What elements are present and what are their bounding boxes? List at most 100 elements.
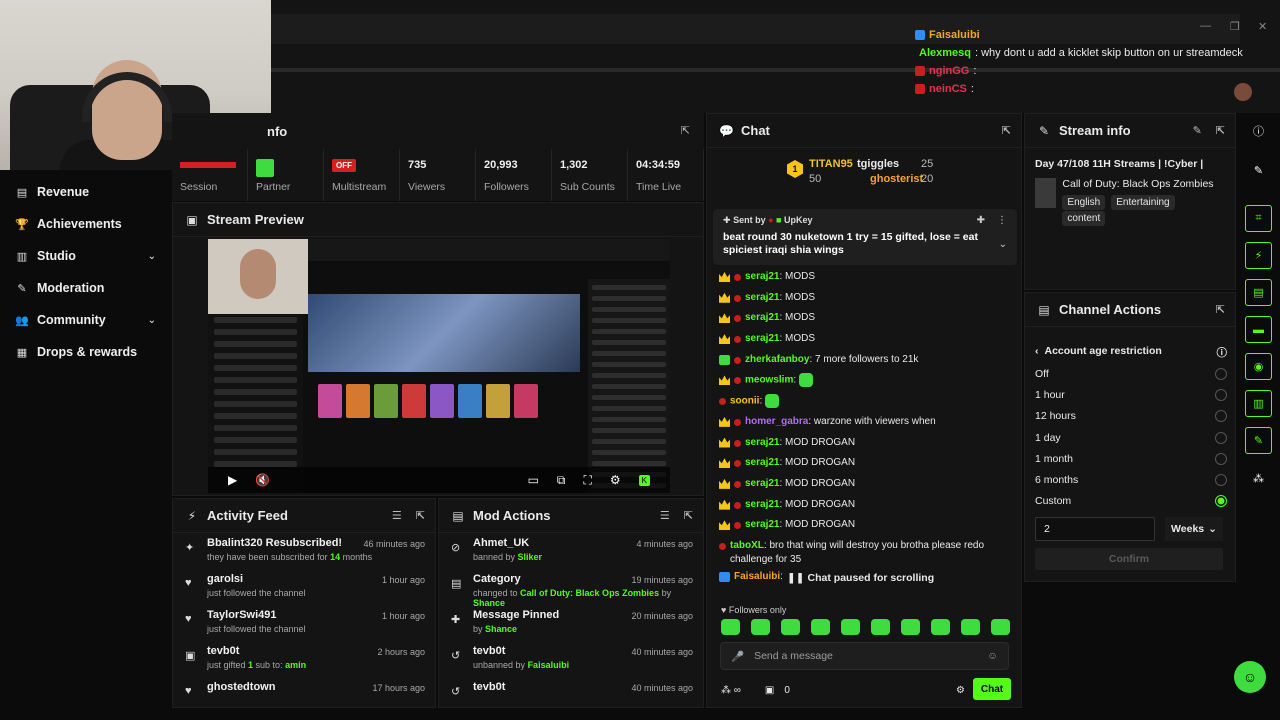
pip-icon[interactable]: ⧉ <box>557 473 566 488</box>
chevron-left-icon[interactable]: ‹ <box>1035 345 1039 360</box>
stat-sub-counts[interactable]: 1,302 Sub Counts <box>552 149 628 201</box>
play-icon[interactable]: ▶ <box>228 473 237 487</box>
chat-send-button[interactable]: Chat <box>973 678 1011 700</box>
microphone-icon[interactable]: 🎤 <box>731 650 744 663</box>
age-option-off[interactable]: Off <box>1025 363 1235 384</box>
emote-icon[interactable] <box>961 619 980 635</box>
list-item[interactable]: ↺ tevb0t 40 minutes ago <box>439 677 703 713</box>
edit-icon[interactable]: ✎ <box>1245 157 1272 184</box>
info-icon[interactable]: ⓘ <box>1217 345 1228 360</box>
chevron-down-icon[interactable]: ⌄ <box>999 239 1007 250</box>
stream-tag[interactable]: content <box>1062 211 1106 226</box>
clipboard-icon[interactable]: ▤ <box>1245 279 1272 306</box>
chat-username[interactable]: Faisaluibi <box>734 571 780 582</box>
stat-partner[interactable]: Partner <box>248 149 324 201</box>
confirm-button[interactable]: Confirm <box>1035 548 1223 570</box>
stream-preview-video[interactable]: ▶ 🔇 ▭ ⧉ ⛶ ⚙ K <box>208 239 670 493</box>
chat-username[interactable]: seraj21 <box>745 312 779 323</box>
age-unit-select[interactable]: Weeks ⌄ <box>1165 517 1223 541</box>
age-option-1-day[interactable]: 1 day <box>1025 427 1235 448</box>
chat-message[interactable]: seraj21: MODS <box>719 288 1017 309</box>
emote-icon[interactable] <box>721 619 740 635</box>
stat-multistream[interactable]: OFF Multistream <box>324 149 400 201</box>
chat-message[interactable]: taboXL: bro that wing will destroy you b… <box>719 536 1017 567</box>
list-item[interactable]: ♥ TaylorSwi491 just followed the channel 1 … <box>173 605 435 641</box>
list-item[interactable]: ♥ garolsi just followed the channel 1 hour … <box>173 569 435 605</box>
chat-username[interactable]: seraj21 <box>745 457 779 468</box>
chat-username[interactable]: seraj21 <box>745 499 779 510</box>
chat-username[interactable]: seraj21 <box>745 333 779 344</box>
chat-username[interactable]: meowslim <box>745 375 793 386</box>
chat-message[interactable]: seraj21: MOD DROGAN <box>719 474 1017 495</box>
wrench-icon[interactable]: ✎ <box>1245 427 1272 454</box>
chat-username[interactable]: seraj21 <box>745 271 779 282</box>
popout-icon[interactable]: ⇱ <box>416 509 425 522</box>
chat-message[interactable]: seraj21: MOD DROGAN <box>719 453 1017 474</box>
edit-icon[interactable]: ✎ <box>1193 124 1202 137</box>
age-option-1-month[interactable]: 1 month <box>1025 448 1235 469</box>
custom-age-input[interactable] <box>1035 517 1155 541</box>
list-item[interactable]: ▣ tevb0t just gifted 1 sub to: amin 2 hours… <box>173 641 435 677</box>
age-option-1-hour[interactable]: 1 hour <box>1025 384 1235 405</box>
emote-icon[interactable] <box>871 619 890 635</box>
sidebar-item-moderation[interactable]: ✎ Moderation <box>0 272 172 304</box>
age-option-12-hours[interactable]: 12 hours <box>1025 406 1235 427</box>
sidebar-item-revenue[interactable]: ▤ Revenue <box>0 176 172 208</box>
chat-message[interactable]: seraj21: MODS <box>719 329 1017 350</box>
chat-username[interactable]: zherkafanboy <box>745 354 809 365</box>
chat-settings-icon[interactable]: ⚙ <box>956 685 965 696</box>
settings-gear-icon[interactable]: ⚙ <box>610 473 621 487</box>
chat-username[interactable]: seraj21 <box>745 292 779 303</box>
popout-icon[interactable]: ⇱ <box>1002 124 1011 137</box>
more-icon[interactable]: ⋮ <box>997 215 1007 226</box>
radio-button[interactable] <box>1215 410 1227 423</box>
filter-icon[interactable]: ☰ <box>392 509 402 522</box>
support-chat-icon[interactable]: ☺ <box>1234 661 1266 693</box>
stat-time-live[interactable]: 04:34:59 Time Live <box>628 149 704 201</box>
emote-icon[interactable] <box>781 619 800 635</box>
popout-icon[interactable]: ⇱ <box>1216 303 1225 316</box>
emote-icon[interactable] <box>931 619 950 635</box>
list-item[interactable]: ✦ Bbalint320 Resubscribed! they have been … <box>173 533 435 569</box>
points-icon[interactable]: ⁂ <box>1245 465 1272 492</box>
broadcast-icon[interactable]: ◉ <box>1245 353 1272 380</box>
chat-username[interactable]: seraj21 <box>745 437 779 448</box>
chat-input[interactable]: 🎤 Send a message ☺ <box>720 642 1009 670</box>
popout-icon[interactable]: ⇱ <box>1216 124 1225 137</box>
emote-icon[interactable] <box>811 619 830 635</box>
emote-icon[interactable] <box>841 619 860 635</box>
chat-message[interactable]: meowslim: <box>719 370 1017 391</box>
sidebar-item-studio[interactable]: ▥ Studio ⌄ <box>0 240 172 272</box>
list-item[interactable]: ♥ ghostedtown 17 hours ago <box>173 677 435 713</box>
chat-paused-banner[interactable]: ❚❚ Chat paused for scrolling <box>787 572 934 584</box>
sidebar-item-achievements[interactable]: 🏆 Achievements <box>0 208 172 240</box>
chat-username[interactable]: soonii <box>730 396 759 407</box>
emote-icon[interactable] <box>991 619 1010 635</box>
emote-icon[interactable] <box>751 619 770 635</box>
info-icon[interactable]: ⓘ <box>1245 117 1272 144</box>
chat-username[interactable]: taboXL <box>730 540 764 551</box>
chat-message[interactable]: seraj21: MOD DROGAN <box>719 515 1017 536</box>
radio-button[interactable] <box>1215 452 1227 465</box>
radio-button[interactable] <box>1215 495 1227 508</box>
layout-icon[interactable]: ▥ <box>1245 390 1272 417</box>
list-item[interactable]: ✚ Message Pinned by Shance 20 minutes ago <box>439 605 703 641</box>
sidebar-item-drops-rewards[interactable]: ▦ Drops & rewards <box>0 336 172 368</box>
radio-button[interactable] <box>1215 474 1227 487</box>
popout-icon[interactable]: ⇱ <box>681 124 690 137</box>
radio-button[interactable] <box>1215 367 1227 380</box>
close-icon[interactable]: ✕ <box>1258 20 1267 33</box>
stream-tag[interactable]: Entertaining <box>1111 195 1175 210</box>
radio-button[interactable] <box>1215 431 1227 444</box>
list-item[interactable]: ⊘ Ahmet_UK banned by Sliker 4 minutes ago <box>439 533 703 569</box>
chat-username[interactable]: seraj21 <box>745 519 779 530</box>
mute-icon[interactable]: 🔇 <box>255 473 270 487</box>
chat-message[interactable]: zherkafanboy: 7 more followers to 21k <box>719 350 1017 371</box>
account-age-back[interactable]: ‹ Account age restriction ⓘ <box>1035 345 1227 360</box>
clip-icon[interactable]: ⌗ <box>1245 205 1272 232</box>
emoji-icon[interactable]: ☺ <box>987 650 998 662</box>
chat-message[interactable]: seraj21: MODS <box>719 308 1017 329</box>
chat-message[interactable]: seraj21: MOD DROGAN <box>719 495 1017 516</box>
fullscreen-icon[interactable]: ⛶ <box>583 473 591 488</box>
gift-icon[interactable]: ▣ <box>765 685 774 696</box>
